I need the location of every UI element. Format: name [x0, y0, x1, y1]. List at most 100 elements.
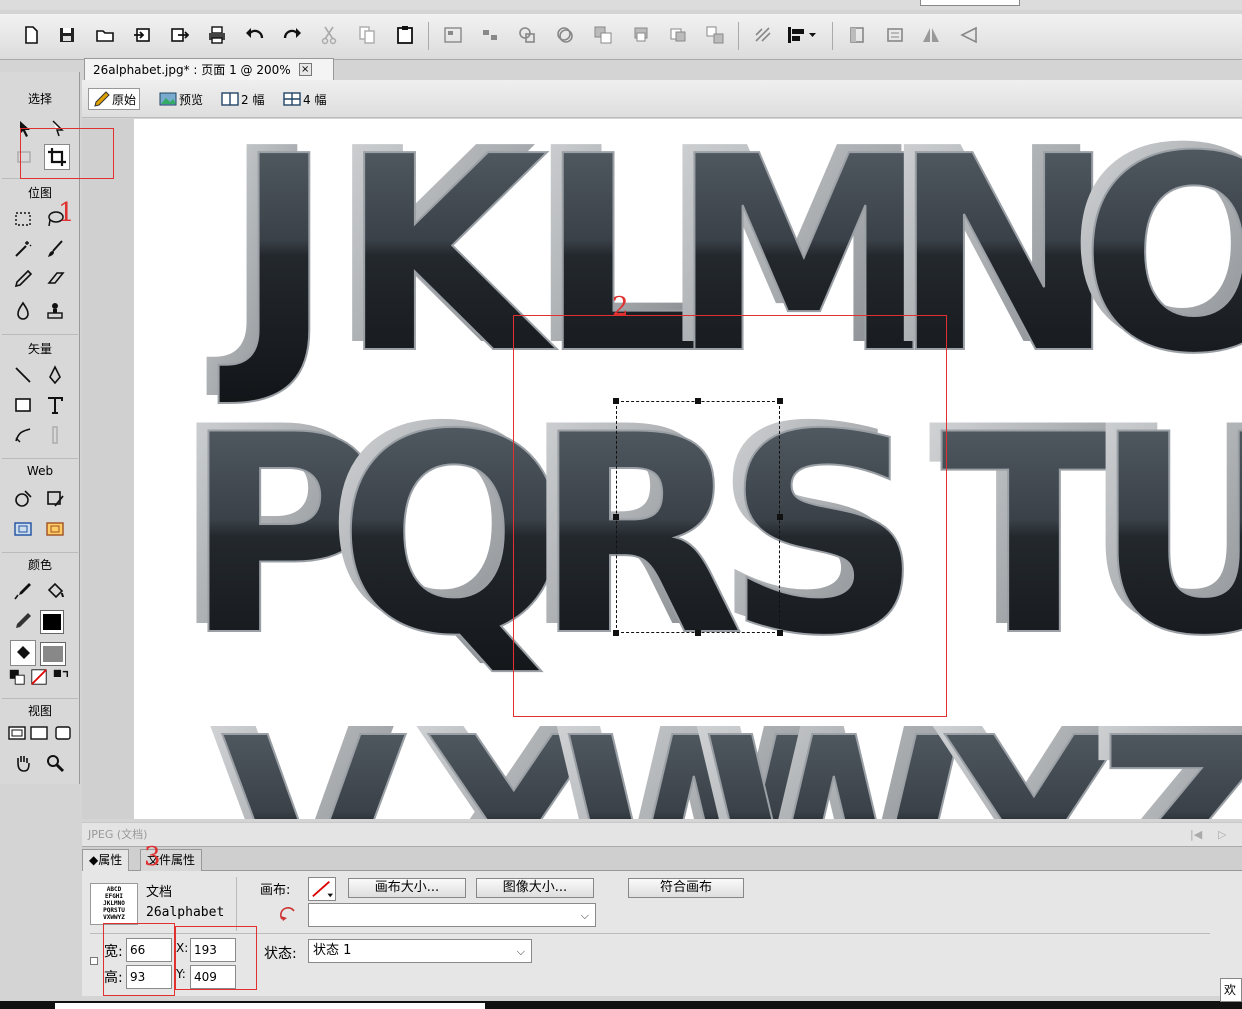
selection-handle[interactable]	[777, 630, 783, 636]
scale-tool-icon[interactable]	[12, 144, 38, 170]
marquee-tool-icon[interactable]	[10, 206, 36, 232]
full-screen-menu-icon[interactable]	[28, 722, 50, 744]
magic-wand-tool-icon[interactable]	[10, 236, 36, 262]
pencil-tool-icon[interactable]	[10, 266, 36, 292]
selection-handle[interactable]	[695, 398, 701, 404]
height-field[interactable]: 93	[126, 965, 172, 989]
x-field[interactable]: 193	[190, 938, 236, 962]
rotate-left-icon[interactable]	[844, 22, 870, 48]
undo-icon[interactable]	[242, 22, 268, 48]
tools-section-select: 选择	[27, 92, 52, 106]
tab-preview[interactable]: 预览	[156, 88, 206, 110]
pen-tool-icon[interactable]	[42, 362, 68, 388]
canvas-select[interactable]: ⌵	[308, 903, 596, 927]
state-select[interactable]: 状态 1 ⌵	[308, 939, 532, 963]
hotspot-tool-icon[interactable]	[10, 486, 36, 512]
slice-tool-icon[interactable]	[42, 486, 68, 512]
transform-icon[interactable]	[750, 22, 776, 48]
state-select-value: 状态 1	[313, 943, 352, 958]
eraser-tool-icon[interactable]	[42, 266, 68, 292]
y-field[interactable]: 409	[190, 965, 236, 989]
flip-vertical-icon[interactable]	[956, 22, 982, 48]
group-icon[interactable]	[440, 22, 466, 48]
redo-icon[interactable]	[279, 22, 305, 48]
rubber-stamp-tool-icon[interactable]	[42, 298, 68, 324]
fit-canvas-button[interactable]: 符合画布	[628, 878, 744, 898]
selection-handle[interactable]	[695, 630, 701, 636]
eyedropper-tool-icon[interactable]	[10, 578, 36, 604]
subselect-tool-icon[interactable]	[44, 116, 70, 142]
hide-slices-icon[interactable]	[10, 516, 36, 542]
join-icon[interactable]	[514, 22, 540, 48]
cut-icon[interactable]	[316, 22, 342, 48]
selection-handle[interactable]	[777, 514, 783, 520]
copy-icon[interactable]	[354, 22, 380, 48]
new-file-icon[interactable]	[18, 22, 44, 48]
close-icon[interactable]: ×	[298, 63, 312, 76]
line-tool-icon[interactable]	[10, 362, 36, 388]
save-icon[interactable]	[54, 22, 80, 48]
fill-color-bucket-icon[interactable]	[10, 640, 36, 666]
paint-bucket-tool-icon[interactable]	[42, 578, 68, 604]
selection-handle[interactable]	[613, 630, 619, 636]
menubar-search-box[interactable]	[920, 0, 1020, 6]
image-size-button[interactable]: 图像大小...	[476, 878, 594, 898]
document-canvas[interactable]: JJKKLLMMNNOOPPQQRRSSTTUUVVXXWWWWYYZZ	[134, 119, 1242, 819]
rectangle-tool-icon[interactable]	[10, 392, 36, 418]
canvas-size-button[interactable]: 画布大小...	[348, 878, 466, 898]
bring-forward-icon[interactable]	[628, 22, 654, 48]
print-icon[interactable]	[204, 22, 230, 48]
stroke-color-pencil-icon[interactable]	[10, 608, 36, 634]
send-backward-icon[interactable]	[665, 22, 691, 48]
tab-document-properties[interactable]: 文件属性	[140, 849, 203, 871]
blur-tool-icon[interactable]	[10, 298, 36, 324]
canvas-color-swatch[interactable]	[308, 877, 336, 901]
next-frame-icon[interactable]: ▷	[1218, 823, 1226, 847]
freeform-tool-icon[interactable]	[10, 422, 36, 448]
lasso-tool-icon[interactable]	[42, 206, 68, 232]
send-back-icon[interactable]	[702, 22, 728, 48]
standard-screen-icon[interactable]	[6, 722, 28, 744]
knife-tool-icon[interactable]	[42, 422, 68, 448]
split-icon[interactable]	[552, 22, 578, 48]
full-screen-icon[interactable]	[52, 722, 74, 744]
stroke-color-swatch[interactable]	[40, 610, 64, 634]
open-folder-icon[interactable]	[92, 22, 118, 48]
paste-icon[interactable]	[392, 22, 418, 48]
width-field[interactable]: 66	[126, 938, 172, 962]
export-icon[interactable]	[166, 22, 192, 48]
swap-colors-icon[interactable]	[52, 668, 70, 686]
bring-front-icon[interactable]	[590, 22, 616, 48]
document-tab[interactable]: 26alphabet.jpg* : 页面 1 @ 200% ×	[84, 58, 334, 80]
first-frame-icon[interactable]: |◀	[1190, 823, 1202, 847]
import-icon[interactable]	[130, 22, 156, 48]
brush-tool-icon[interactable]	[42, 236, 68, 262]
tab-2-up[interactable]: 2 幅	[218, 88, 267, 110]
menubar	[0, 0, 1242, 10]
constrain-proportions-icon[interactable]	[90, 957, 98, 965]
ungroup-icon[interactable]	[477, 22, 503, 48]
hand-tool-icon[interactable]	[10, 750, 36, 776]
selection-handle[interactable]	[613, 514, 619, 520]
document-status-bar: JPEG (文档) |◀ ▷	[82, 822, 1242, 846]
text-tool-icon[interactable]	[42, 392, 68, 418]
tab-4-up[interactable]: 4 幅	[280, 88, 329, 110]
show-slices-icon[interactable]	[42, 516, 68, 542]
pointer-tool-icon[interactable]	[12, 116, 38, 142]
rotate-canvas-icon[interactable]	[278, 905, 300, 925]
align-dropdown-icon[interactable]	[782, 22, 822, 48]
selection-handle[interactable]	[613, 398, 619, 404]
tab-properties[interactable]: ◆属性	[82, 849, 130, 871]
width-label: 宽:	[104, 944, 123, 960]
no-color-icon[interactable]	[30, 668, 48, 686]
tab-original[interactable]: 原始	[88, 88, 141, 110]
crop-tool-icon[interactable]	[44, 144, 70, 170]
zoom-tool-icon[interactable]	[42, 750, 68, 776]
selection-marquee[interactable]	[613, 398, 783, 636]
default-colors-icon[interactable]	[8, 668, 26, 686]
selection-handle[interactable]	[777, 398, 783, 404]
fill-color-swatch[interactable]	[40, 642, 66, 666]
flip-horizontal-icon[interactable]	[918, 22, 944, 48]
rotate-right-icon[interactable]	[882, 22, 908, 48]
corner-popup[interactable]: 欢	[1220, 978, 1242, 1002]
